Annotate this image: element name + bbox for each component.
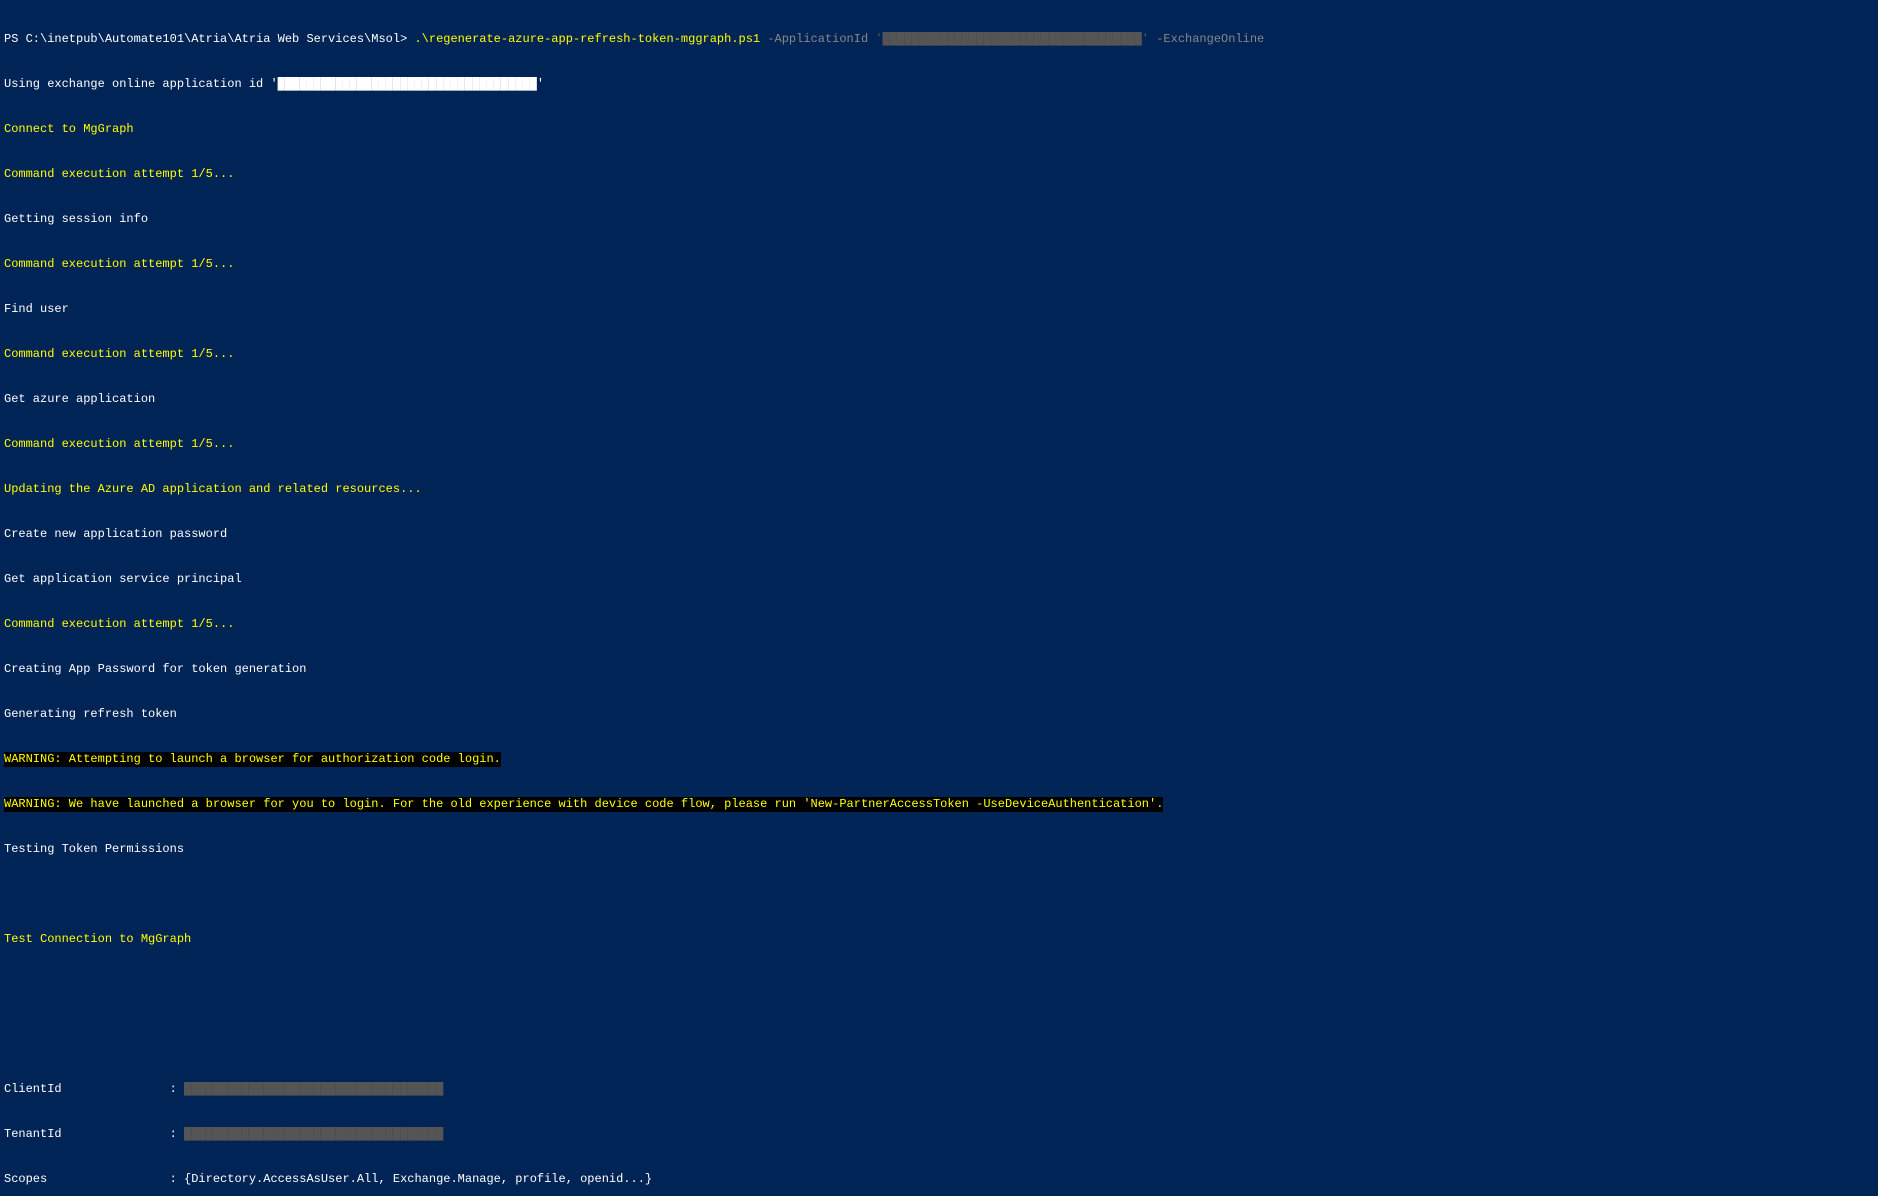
warning-line: WARNING: We have launched a browser for …: [4, 797, 1874, 812]
output-line: Get azure application: [4, 392, 1874, 407]
output-line: Using exchange online application id '██…: [4, 77, 1874, 92]
prompt-param-1: -ApplicationId: [767, 32, 875, 46]
output-line: Command execution attempt 1/5...: [4, 347, 1874, 362]
output-line: Generating refresh token: [4, 707, 1874, 722]
output-line: Command execution attempt 1/5...: [4, 167, 1874, 182]
output-line: Creating App Password for token generati…: [4, 662, 1874, 677]
blank-line: [4, 1022, 1874, 1037]
output-line: Command execution attempt 1/5...: [4, 257, 1874, 272]
output-line: Command execution attempt 1/5...: [4, 617, 1874, 632]
prop-row: TenantId : █████████████████████████████…: [4, 1127, 1874, 1142]
blank-line: [4, 887, 1874, 902]
output-line: Getting session info: [4, 212, 1874, 227]
prompt-line: PS C:\inetpub\Automate101\Atria\Atria We…: [4, 32, 1874, 47]
blank-line: [4, 977, 1874, 992]
prop-row: ClientId : █████████████████████████████…: [4, 1082, 1874, 1097]
prop-row: Scopes : {Directory.AccessAsUser.All, Ex…: [4, 1172, 1874, 1187]
prompt-script: .\regenerate-azure-app-refresh-token-mgg…: [414, 32, 767, 46]
output-line: Command execution attempt 1/5...: [4, 437, 1874, 452]
prompt-param-1-value: '████████████████████████████████████': [875, 32, 1156, 46]
output-line: Connect to MgGraph: [4, 122, 1874, 137]
warning-line: WARNING: Attempting to launch a browser …: [4, 752, 1874, 767]
prompt-path: PS C:\inetpub\Automate101\Atria\Atria We…: [4, 32, 414, 46]
output-line: Create new application password: [4, 527, 1874, 542]
prompt-param-2: -ExchangeOnline: [1156, 32, 1264, 46]
powershell-terminal[interactable]: PS C:\inetpub\Automate101\Atria\Atria We…: [0, 0, 1878, 1196]
output-line: Testing Token Permissions: [4, 842, 1874, 857]
output-line: Get application service principal: [4, 572, 1874, 587]
output-line: Updating the Azure AD application and re…: [4, 482, 1874, 497]
section-header: Test Connection to MgGraph: [4, 932, 1874, 947]
output-line: Find user: [4, 302, 1874, 317]
